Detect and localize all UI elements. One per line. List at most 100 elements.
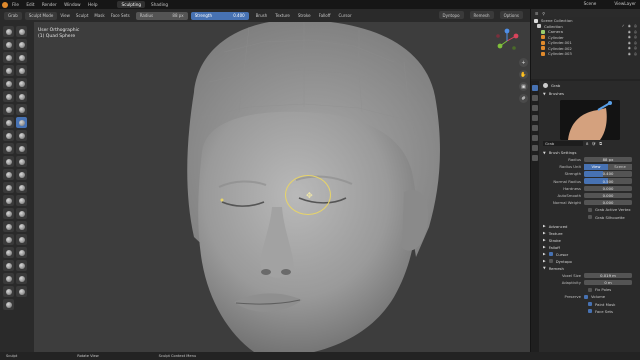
output-properties-tab[interactable]: [532, 105, 538, 111]
inflate-brush-tool[interactable]: [3, 65, 14, 76]
boundary-brush-tool[interactable]: [16, 169, 27, 180]
navigation-gizmo[interactable]: [494, 28, 520, 54]
cloth-filter-tool[interactable]: [3, 247, 14, 258]
clay-thumb-brush-tool[interactable]: [3, 52, 14, 63]
autosmooth-slider[interactable]: 0.000: [584, 192, 632, 199]
elastic-deform-brush-tool[interactable]: [3, 130, 14, 141]
nudge-brush-tool[interactable]: [3, 156, 14, 167]
tab-shading[interactable]: Shading: [147, 1, 172, 8]
render-properties-tab[interactable]: [532, 95, 538, 101]
mask-brush-tool[interactable]: [3, 195, 14, 206]
grab-active-vertex-checkbox[interactable]: [588, 207, 592, 212]
grid-icon[interactable]: #: [519, 94, 528, 103]
snake-hook-brush-tool[interactable]: [16, 130, 27, 141]
line-project-tool[interactable]: [3, 234, 14, 245]
menu-view[interactable]: View: [60, 13, 70, 18]
brush-dropdown[interactable]: Grab: [4, 11, 22, 20]
outliner-filter-icon[interactable]: ⚲: [542, 11, 545, 16]
pan-hand-icon[interactable]: ✋: [519, 70, 528, 79]
material-properties-tab[interactable]: [532, 155, 538, 161]
visibility-icons[interactable]: ◉ ◎: [628, 46, 637, 50]
move-tool[interactable]: [3, 273, 14, 284]
menu-mask[interactable]: Mask: [94, 13, 104, 18]
3d-viewport[interactable]: User Orthographic (1) Quad Sphere + ✋ ▣ …: [34, 22, 530, 352]
cursor-checkbox[interactable]: [548, 252, 553, 257]
strength-field[interactable]: Strength 0.400: [190, 11, 249, 20]
cursor-section-header[interactable]: ▶ Cursor: [540, 251, 640, 258]
visibility-icons[interactable]: ◉ ◎: [628, 30, 637, 34]
visibility-icons[interactable]: ◉ ◎: [628, 35, 637, 39]
menu-render[interactable]: Render: [42, 2, 57, 7]
edit-face-set-tool[interactable]: [3, 260, 14, 271]
menu-help[interactable]: Help: [88, 2, 98, 7]
box-hide-tool[interactable]: [16, 208, 27, 219]
menu-edit[interactable]: Edit: [26, 2, 34, 7]
modifier-properties-tab[interactable]: [532, 145, 538, 151]
mask-by-color-tool[interactable]: [16, 260, 27, 271]
blob-brush-tool[interactable]: [16, 65, 27, 76]
draw-face-sets-tool[interactable]: [16, 195, 27, 206]
draw-sharp-brush-tool[interactable]: [16, 26, 27, 37]
menu-file[interactable]: File: [12, 2, 19, 7]
options-dropdown[interactable]: Options: [499, 11, 523, 19]
scrape-brush-tool[interactable]: [3, 104, 14, 115]
normal-weight-slider[interactable]: 0.000: [584, 199, 632, 206]
header-dropdown-texture[interactable]: Texture: [275, 13, 290, 18]
transform-tool[interactable]: [16, 286, 27, 297]
grab-brush-tool[interactable]: [16, 117, 27, 128]
rotate-tool[interactable]: [16, 273, 27, 284]
radius-field[interactable]: 88 px: [584, 156, 632, 163]
visibility-icons[interactable]: ◉ ◎: [628, 41, 637, 45]
outliner-row[interactable]: Cylinder.003 ◉ ◎: [531, 51, 640, 57]
view-layer-selector[interactable]: ViewLayer: [614, 1, 636, 6]
camera-view-icon[interactable]: ▣: [519, 82, 528, 91]
layer-brush-tool[interactable]: [16, 52, 27, 63]
remesh-dropdown[interactable]: Remesh: [469, 11, 494, 19]
header-dropdown-brush[interactable]: Brush: [256, 13, 268, 18]
remesh-section-header[interactable]: ▼ Remesh: [540, 265, 640, 272]
multiplane-scrape-brush-tool[interactable]: [16, 104, 27, 115]
world-properties-tab[interactable]: [532, 125, 538, 131]
zoom-icon[interactable]: +: [519, 58, 528, 67]
normal-radius-slider[interactable]: 0.500: [584, 178, 632, 184]
color-filter-tool[interactable]: [16, 247, 27, 258]
header-dropdown-falloff[interactable]: Falloff: [319, 13, 331, 18]
pose-brush-tool[interactable]: [16, 143, 27, 154]
scene-properties-tab[interactable]: [532, 115, 538, 121]
flatten-brush-tool[interactable]: [3, 91, 14, 102]
rotate-brush-tool[interactable]: [16, 156, 27, 167]
header-dropdown-cursor[interactable]: Cursor: [338, 13, 351, 18]
smooth-brush-tool[interactable]: [16, 78, 27, 89]
menu-face-sets[interactable]: Face Sets: [111, 13, 130, 18]
slide-relax-brush-tool[interactable]: [3, 169, 14, 180]
voxel-size-field[interactable]: 0.019 m: [584, 272, 632, 279]
radius-field[interactable]: Radius 88 px: [135, 11, 188, 20]
brush-preview[interactable]: [560, 100, 620, 140]
annotate-tool[interactable]: [3, 299, 14, 310]
radius-unit-scene-button[interactable]: Scene: [608, 164, 632, 170]
dyntopo-section-header[interactable]: ▶ Dyntopo: [540, 258, 640, 265]
advanced-section-header[interactable]: ▶ Advanced: [540, 223, 640, 230]
clay-strips-brush-tool[interactable]: [16, 39, 27, 50]
tool-properties-tab[interactable]: [532, 85, 538, 91]
paint-mask-checkbox[interactable]: [588, 302, 592, 307]
mesh-filter-tool[interactable]: [16, 234, 27, 245]
fill-brush-tool[interactable]: [16, 91, 27, 102]
face-sets-checkbox[interactable]: [588, 309, 592, 314]
dyntopo-toggle[interactable]: Dyntopo: [438, 11, 464, 19]
duplicate-icon[interactable]: ⧉: [599, 141, 602, 146]
brush-name-field[interactable]: Grab: [543, 140, 583, 147]
brushes-section-header[interactable]: ▼ Brushes: [540, 90, 640, 97]
tab-sculpting[interactable]: Sculpting: [117, 1, 146, 8]
box-mask-tool[interactable]: [3, 208, 14, 219]
menu-window[interactable]: Window: [64, 2, 81, 7]
thumb-brush-tool[interactable]: [3, 143, 14, 154]
falloff-section-header[interactable]: ▶ Falloff: [540, 244, 640, 251]
dyntopo-checkbox[interactable]: [548, 259, 553, 264]
box-trim-tool[interactable]: [16, 221, 27, 232]
fix-poles-checkbox[interactable]: [588, 287, 592, 292]
outliner-menu-icon[interactable]: ☰: [535, 11, 538, 16]
crease-brush-tool[interactable]: [3, 78, 14, 89]
stroke-section-header[interactable]: ▶ Stroke: [540, 237, 640, 244]
blender-logo-icon[interactable]: [2, 1, 8, 8]
